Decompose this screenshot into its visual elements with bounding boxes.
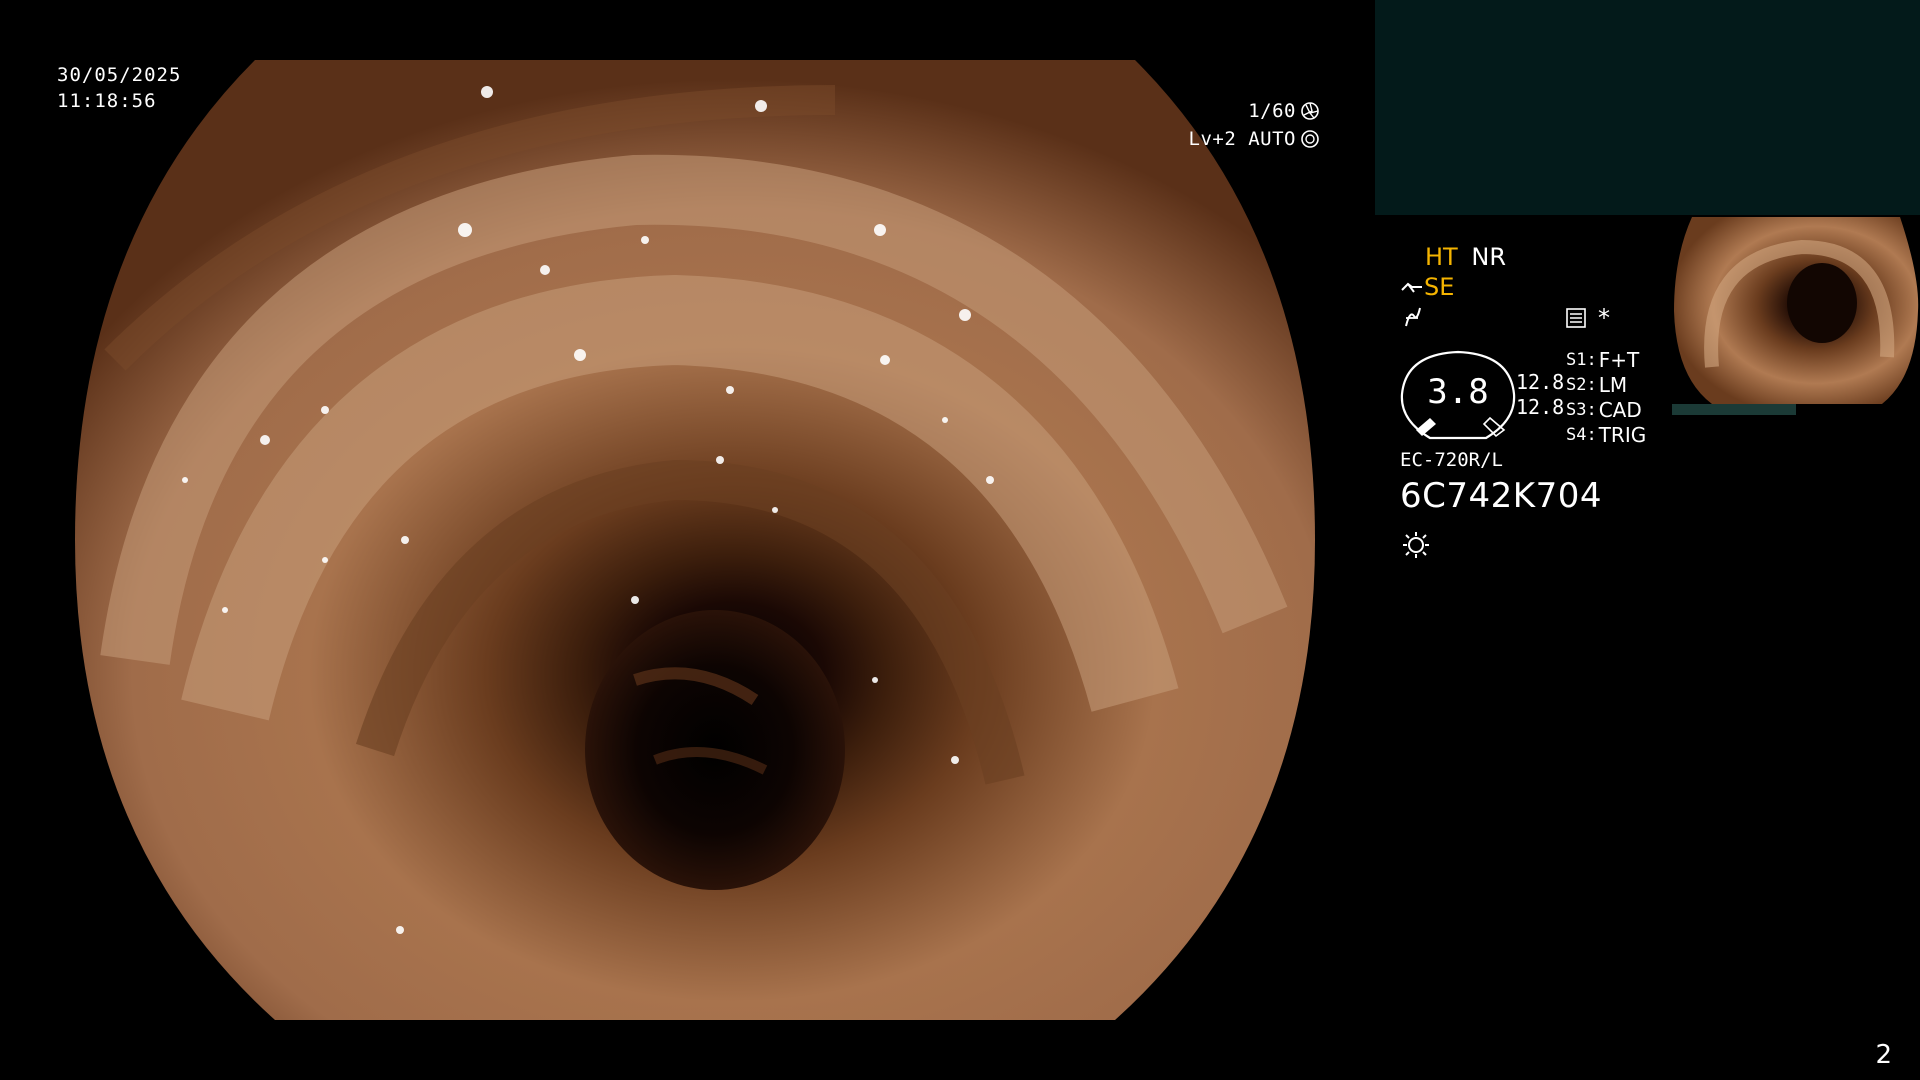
timestamp: 30/05/2025 11:18:56 — [57, 62, 181, 114]
thumbnail-bar — [1672, 404, 1796, 415]
record-icon — [1566, 308, 1586, 328]
se-label: SE — [1424, 273, 1455, 301]
auto-iris-icon — [1301, 130, 1319, 148]
color-enhance-icon — [1405, 307, 1421, 327]
se-row: SE — [1400, 273, 1454, 301]
shutter-readout: 1/60 Lv+2 AUTO — [1170, 97, 1320, 153]
mode-item: S4: TRIG — [1566, 423, 1646, 448]
scale-bottom: 12.8 — [1516, 395, 1565, 419]
asterisk-mark: * — [1598, 304, 1610, 332]
scope-model: EC-720R/L — [1400, 449, 1503, 471]
mode-item: S3: CAD — [1566, 398, 1646, 423]
mode-value: F+T — [1598, 348, 1640, 372]
scope-serial: 6C742K704 — [1400, 476, 1602, 516]
mode-key: S2: — [1566, 375, 1597, 395]
ht-label: HT — [1425, 243, 1458, 271]
mode-key: S4: — [1566, 425, 1597, 445]
date-text: 30/05/2025 — [57, 64, 182, 86]
mode-item: S1: F+T — [1566, 348, 1646, 373]
zoom-value: 3.8 — [1427, 372, 1489, 412]
mode-value: CAD — [1598, 398, 1642, 422]
shutter-text: 1/60 — [1248, 100, 1296, 122]
mode-item: S2: LM — [1566, 373, 1646, 398]
mode-value: TRIG — [1598, 423, 1647, 447]
page-number: 2 — [1875, 1040, 1892, 1070]
level-text: Lv+2 AUTO — [1188, 128, 1296, 150]
mode-list: S1: F+T S2: LM S3: CAD S4: TRIG — [1566, 348, 1646, 448]
light-icon — [1403, 532, 1429, 558]
mode-key: S3: — [1566, 400, 1597, 420]
contrast-icon — [1401, 282, 1422, 293]
shutter-icon — [1301, 102, 1319, 120]
scale-values: 12.8 12.8 — [1516, 370, 1564, 420]
mode-value: LM — [1598, 373, 1628, 397]
mode-key: S1: — [1566, 350, 1597, 370]
info-panel-background — [1375, 0, 1920, 215]
thumbnail-image — [1672, 217, 1920, 404]
ht-nr-row: HT NR — [1425, 243, 1506, 271]
scale-top: 12.8 — [1516, 370, 1565, 394]
nr-label: NR — [1471, 243, 1506, 271]
time-text: 11:18:56 — [57, 90, 157, 112]
endoscope-view — [75, 60, 1315, 1020]
